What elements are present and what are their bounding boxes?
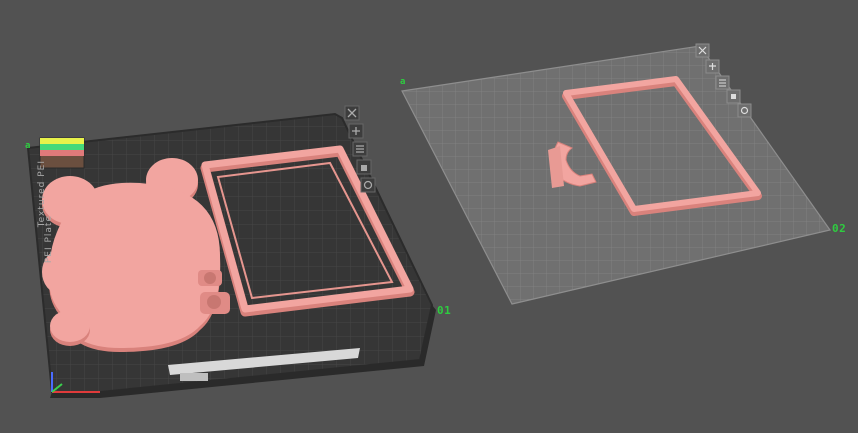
lock-icon[interactable] xyxy=(726,89,741,104)
plate-01-label[interactable]: 01 xyxy=(437,304,451,317)
plate-02-corner-marker: a xyxy=(400,77,406,87)
model-bear-shape[interactable] xyxy=(42,158,221,352)
plate-02-label[interactable]: 02 xyxy=(832,222,846,235)
plate-01-corner-marker: a xyxy=(25,141,31,151)
plate-01[interactable] xyxy=(26,105,436,398)
close-icon[interactable] xyxy=(344,105,360,121)
plate-02[interactable] xyxy=(401,43,832,305)
plate-bottom-tab[interactable] xyxy=(180,373,208,381)
3d-viewport[interactable]: 01 02 a a Textured PEI PEI Plate xyxy=(0,0,858,429)
arrange-icon[interactable] xyxy=(705,59,720,74)
layers-icon[interactable] xyxy=(352,141,368,157)
settings-icon[interactable] xyxy=(737,103,752,118)
plate-01-side-text-2: PEI Plate xyxy=(44,215,54,264)
close-icon[interactable] xyxy=(695,43,710,58)
arrange-icon[interactable] xyxy=(348,123,364,139)
settings-icon[interactable] xyxy=(360,177,376,193)
lock-icon[interactable] xyxy=(356,159,372,175)
layers-icon[interactable] xyxy=(715,75,730,90)
